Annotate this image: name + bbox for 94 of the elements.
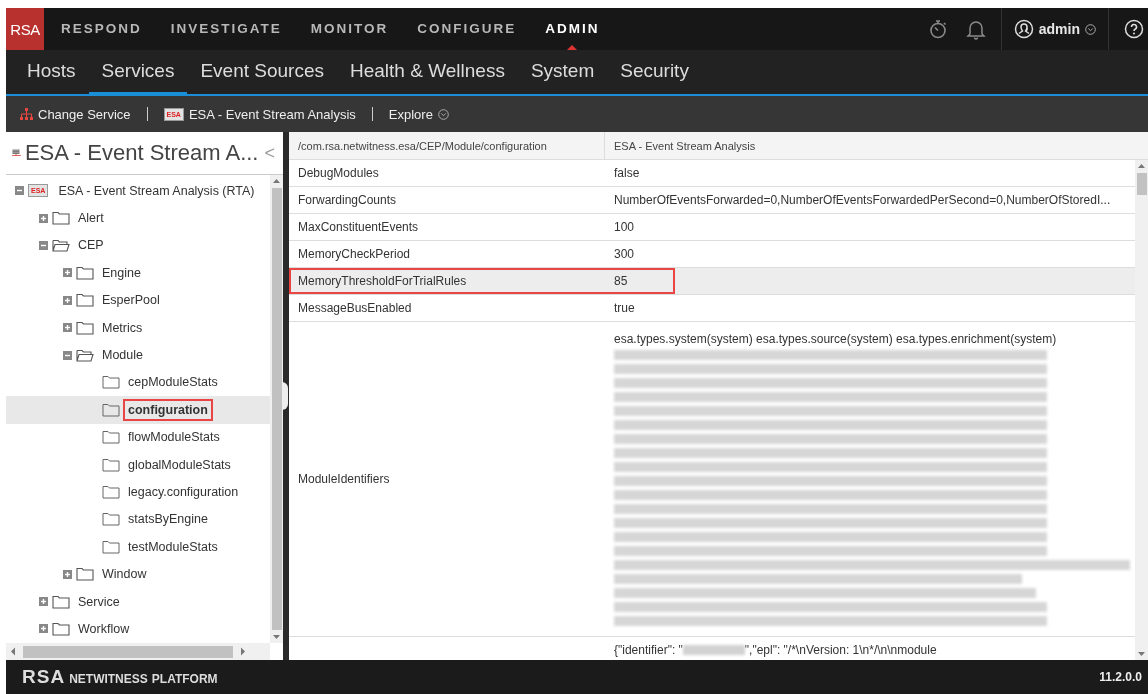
dropdown-icon	[1085, 23, 1096, 35]
expand-icon[interactable]	[39, 597, 48, 607]
top-nav-tab[interactable]: MONITOR	[310, 8, 389, 50]
tree-item[interactable]: ESA - Event Stream Analysis (RTA)	[53, 179, 260, 202]
column-header: /com.rsa.netwitness.esa/CEP/Module/configuration	[289, 132, 605, 159]
splitter-handle[interactable]	[282, 382, 288, 410]
folder-icon	[102, 485, 120, 499]
top-nav-tab[interactable]: INVESTIGATE	[170, 8, 282, 50]
folder-icon	[102, 539, 120, 554]
section-tab[interactable]: Hosts	[14, 50, 89, 96]
section-tab[interactable]: Health & Wellness	[337, 50, 518, 96]
scroll-thumb[interactable]	[271, 188, 282, 630]
property-value: 85	[614, 274, 628, 288]
product-logo: RSA NETWITNESS PLATFORM	[22, 666, 218, 688]
help-icon[interactable]	[1124, 19, 1144, 39]
folder-icon	[102, 430, 120, 445]
blurred-text-drawing	[682, 645, 745, 655]
property-value: esa.types.system(system) esa.types.source(system) esa.types.enrichment(system)	[614, 332, 1058, 347]
property-value: {"identifier": "	[614, 642, 683, 658]
tree-item[interactable]: Service	[73, 590, 125, 613]
version-label: 11.2.0.0	[1099, 670, 1142, 684]
tree-item[interactable]: Metrics	[97, 316, 148, 339]
rsa-logo[interactable]: RSA	[6, 8, 44, 50]
section-tab[interactable]: Event Sources	[187, 50, 337, 96]
tree-item[interactable]: EsperPool	[97, 289, 165, 312]
folder-icon	[102, 375, 120, 390]
folder-icon	[102, 402, 120, 417]
tree-item[interactable]: CEP	[73, 234, 109, 257]
property-name: MemoryThresholdForTrialRules	[298, 274, 467, 288]
scroll-thumb[interactable]	[1136, 173, 1147, 195]
scroll-thumb[interactable]	[23, 645, 233, 658]
explore-menu-button[interactable]: Explore	[382, 106, 455, 122]
collapse-icon[interactable]	[63, 350, 72, 360]
open-folder-icon	[52, 238, 70, 253]
property-name: DebugModules	[298, 166, 379, 180]
column-header: ESA - Event Stream Analysis	[613, 138, 756, 154]
top-nav-tab[interactable]: RESPOND	[61, 8, 142, 50]
property-value: true	[614, 301, 635, 315]
expand-icon[interactable]	[39, 624, 48, 634]
property-value: NumberOfEventsForwarded=0,NumberOfEventsForwardedPerSecond=0,NumberOfStoredI...	[614, 193, 1111, 207]
tree-item[interactable]: Alert	[73, 207, 109, 230]
expand-icon[interactable]	[39, 213, 48, 223]
scroll-left-icon[interactable]	[10, 647, 17, 656]
scrollbar[interactable]	[1135, 160, 1148, 660]
folder-icon	[76, 293, 94, 308]
bell-icon[interactable]	[965, 18, 986, 40]
collapse-icon[interactable]	[39, 240, 48, 250]
property-value: false	[614, 166, 640, 180]
folder-icon	[76, 320, 94, 335]
scroll-right-icon[interactable]	[239, 647, 246, 656]
property-value: 100	[614, 220, 635, 234]
tree-item[interactable]: Workflow	[73, 617, 135, 640]
folder-icon	[102, 457, 120, 472]
expand-icon[interactable]	[63, 268, 72, 278]
panel-title: ESA - Event Stream A...	[24, 140, 259, 166]
section-tab[interactable]: Security	[607, 50, 702, 96]
tree-item[interactable]: configuration	[123, 398, 213, 421]
folder-icon	[52, 211, 70, 226]
tree-item[interactable]: testModuleStats	[123, 535, 223, 558]
property-name: ForwardingCounts	[298, 193, 397, 207]
folder-icon	[76, 265, 94, 280]
expand-icon[interactable]	[63, 323, 72, 333]
tree-item[interactable]: legacy.configuration	[123, 481, 244, 503]
user-menu-button[interactable]: admin	[1007, 19, 1102, 39]
property-name: MessageBusEnabled	[298, 301, 412, 315]
tree-item[interactable]: Engine	[97, 261, 146, 284]
change-service-button[interactable]: Change Service	[14, 106, 137, 122]
folder-icon	[102, 512, 120, 527]
stopwatch-icon[interactable]	[927, 18, 948, 40]
property-name: MemoryCheckPeriod	[298, 247, 411, 261]
horizontal-scrollbar[interactable]	[6, 643, 270, 660]
user-icon	[1013, 19, 1034, 39]
top-nav-tab[interactable]: CONFIGURE	[417, 8, 517, 50]
hierarchy-icon	[20, 107, 33, 121]
property-name: MaxConstituentEvents	[298, 220, 419, 234]
folder-icon	[76, 567, 94, 582]
scrollbar[interactable]	[270, 175, 283, 643]
property-value: 300	[614, 247, 635, 261]
folder-icon	[52, 621, 70, 636]
tree-item[interactable]: globalModuleStats	[123, 453, 236, 476]
expand-icon[interactable]	[63, 295, 72, 305]
property-name: ModuleIdentifiers	[298, 472, 390, 486]
tree-item[interactable]: statsByEngine	[123, 508, 213, 531]
folder-icon	[52, 594, 70, 609]
expand-icon[interactable]	[63, 569, 72, 579]
tree-item[interactable]: cepModuleStats	[123, 371, 223, 394]
property-value: ","epl": "/*\nVersion: 1\n*/\n\nmodule	[744, 642, 937, 658]
tree-item[interactable]: Window	[97, 563, 152, 586]
open-folder-icon	[76, 348, 94, 363]
collapse-icon[interactable]	[15, 186, 24, 196]
section-tab[interactable]: System	[517, 50, 608, 96]
dropdown-icon	[437, 108, 449, 120]
tree-item[interactable]: Module	[97, 344, 148, 367]
tree-item[interactable]: flowModuleStats	[123, 426, 225, 449]
